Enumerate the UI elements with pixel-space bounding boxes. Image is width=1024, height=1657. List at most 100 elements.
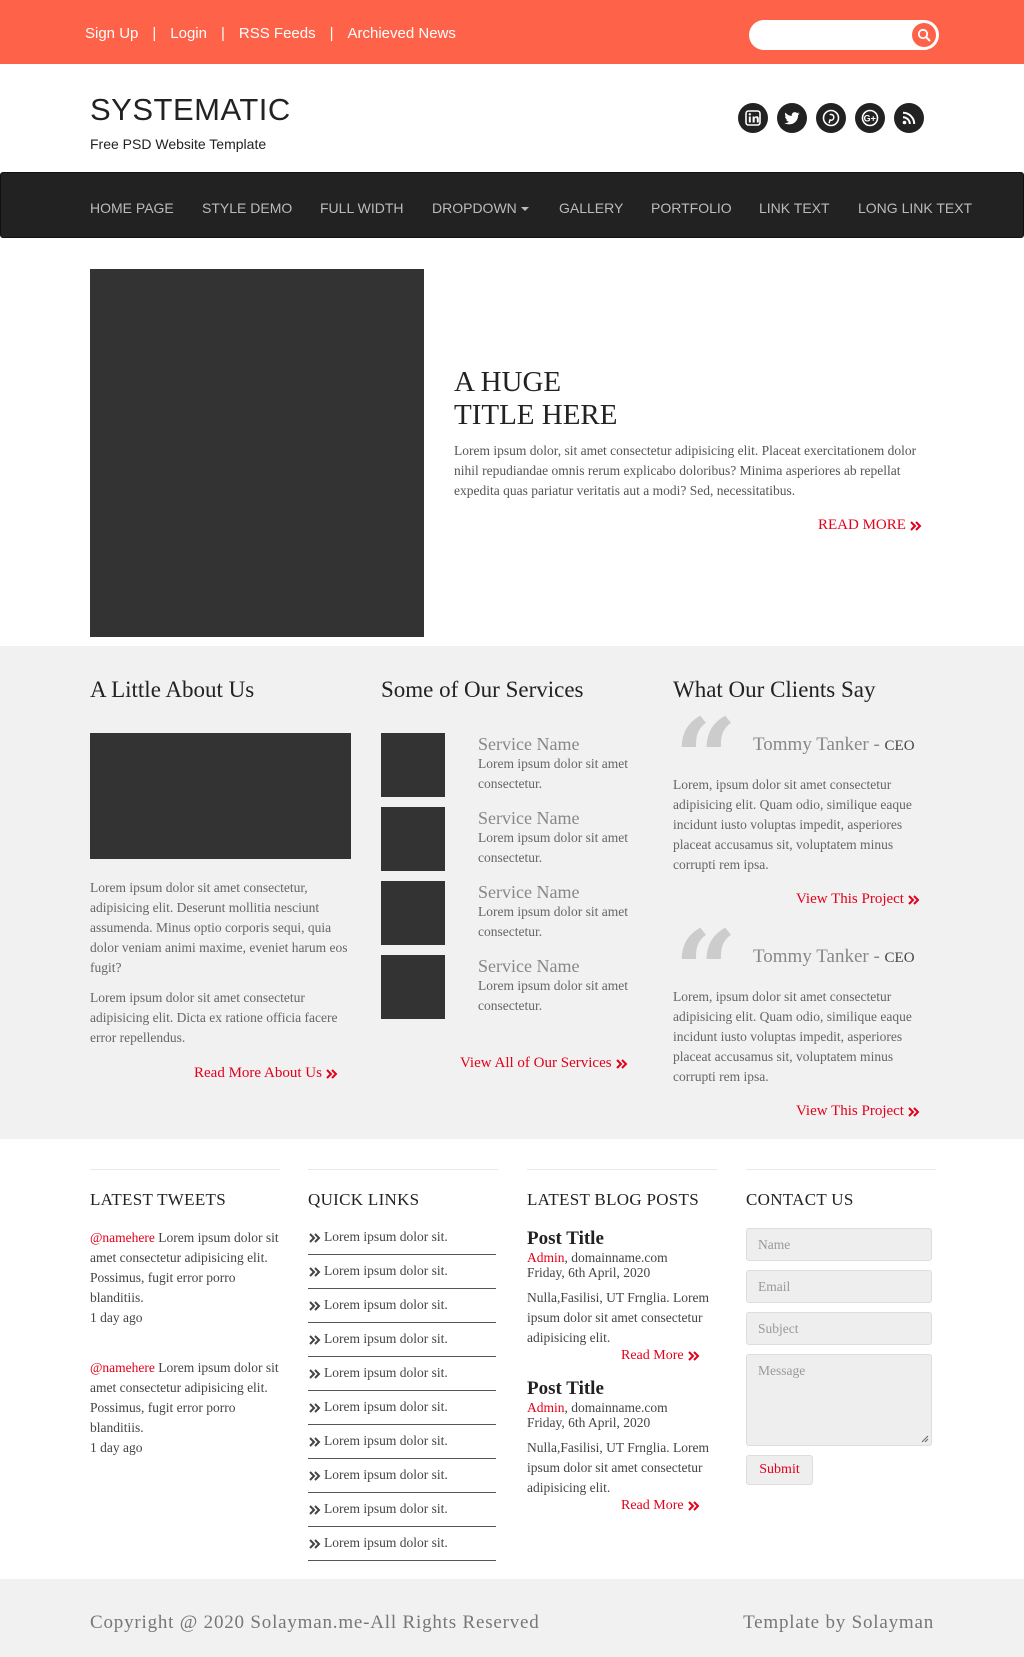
rss-feeds-link[interactable]: RSS Feeds [239,25,316,42]
linkedin-icon[interactable] [738,103,768,133]
search-button[interactable] [912,23,936,47]
quick-link-label: Lorem ipsum dolor sit. [324,1535,448,1550]
view-project-link[interactable]: View This Project [796,891,920,908]
hero-title: A HUGE TITLE HERE [454,366,617,432]
nav-dropdown[interactable]: DROPDOWN [432,200,529,216]
service-description: Lorem ipsum dolor sit amet consectetur. [478,830,628,865]
post-excerpt: Nulla,Fasilisi, UT Frnglia. Lorem ipsum … [527,1440,709,1495]
post-author-link[interactable]: Admin [527,1400,565,1415]
divider [746,1169,936,1170]
client-role: CEO [884,738,915,754]
quick-link-item[interactable]: Lorem ipsum dolor sit. [308,1220,496,1255]
quick-link-item[interactable]: Lorem ipsum dolor sit. [308,1322,496,1357]
quick-link-item[interactable]: Lorem ipsum dolor sit. [308,1288,496,1323]
contact-title: CONTACT US [746,1190,854,1209]
service-description: Lorem ipsum dolor sit amet consectetur. [478,904,628,939]
nav-full-width[interactable]: FULL WIDTH [320,200,403,216]
service-image-placeholder [381,955,445,1019]
client-name: Tommy Tanker - CEO [753,734,915,756]
site-logo-text[interactable]: SYSTEMATIC [90,92,291,128]
nav-dropdown-label: DROPDOWN [432,200,517,216]
separator: | [220,25,225,42]
top-links: Sign Up | Login | RSS Feeds | Archieved News [85,25,456,42]
post-title-link[interactable]: Post Title [527,1378,604,1400]
submit-button[interactable]: Submit [746,1455,813,1485]
post-domain: , domainname.com [564,1400,668,1415]
post-date: Friday, 6th April, 2020 [527,1415,651,1430]
read-more-about-label: Read More About Us [194,1065,322,1081]
client-name-text: Tommy Tanker - [753,734,885,755]
view-project-label: View This Project [796,1103,904,1119]
caret-down-icon [520,207,529,212]
quick-link-item[interactable]: Lorem ipsum dolor sit. [308,1390,496,1425]
tweet-handle-link[interactable]: @namehere [90,1230,155,1245]
email-field[interactable]: Email [746,1270,932,1303]
post-excerpt: Nulla,Fasilisi, UT Frnglia. Lorem ipsum … [527,1290,709,1345]
pinterest-icon[interactable] [816,103,846,133]
tweet-time: 1 day ago [90,1310,143,1325]
post-date: Friday, 6th April, 2020 [527,1265,651,1280]
rss-icon[interactable] [894,103,924,133]
archieved-news-link[interactable]: Archieved News [348,25,456,42]
quick-link-item[interactable]: Lorem ipsum dolor sit. [308,1492,496,1527]
post-title-link[interactable]: Post Title [527,1228,604,1250]
name-field[interactable]: Name [746,1228,932,1261]
top-bar: Sign Up | Login | RSS Feeds | Archieved News [0,0,1024,64]
nav-link-text[interactable]: LINK TEXT [759,200,830,216]
login-link[interactable]: Login [170,25,207,42]
double-chevron-right-icon [309,1267,321,1277]
quick-link-item[interactable]: Lorem ipsum dolor sit. [308,1458,496,1493]
read-more-label: READ MORE [818,517,906,533]
quick-link-label: Lorem ipsum dolor sit. [324,1229,448,1244]
quick-link-item[interactable]: Lorem ipsum dolor sit. [308,1424,496,1459]
view-all-services-label: View All of Our Services [460,1055,612,1071]
service-name: Service Name [478,956,580,976]
testimonial-text: Lorem, ipsum dolor sit amet consectetur … [673,777,912,872]
quick-link-item[interactable]: Lorem ipsum dolor sit. [308,1356,496,1391]
subject-field[interactable]: Subject [746,1312,932,1345]
tweet-handle-link[interactable]: @namehere [90,1360,155,1375]
nav-style-demo[interactable]: STYLE DEMO [202,200,292,216]
double-chevron-right-icon [309,1471,321,1481]
quick-link-item[interactable]: Lorem ipsum dolor sit. [308,1526,496,1561]
view-project-label: View This Project [796,891,904,907]
nav-home-page[interactable]: HOME PAGE [90,200,174,216]
quick-link-label: Lorem ipsum dolor sit. [324,1501,448,1516]
post-read-more-link[interactable]: Read More [621,1498,700,1514]
about-paragraph: Lorem ipsum dolor sit amet consectetur a… [90,990,338,1045]
services-title: Some of Our Services [381,677,584,702]
quick-link-label: Lorem ipsum dolor sit. [324,1263,448,1278]
template-credit: Template by Solayman [743,1612,934,1633]
nav-gallery[interactable]: GALLERY [559,200,623,216]
about-paragraph: Lorem ipsum dolor sit amet consectetur, … [90,880,348,975]
resize-handle-icon[interactable] [920,1434,929,1443]
nav-long-link-text[interactable]: LONG LINK TEXT [858,200,972,216]
message-field[interactable]: Message [746,1354,932,1446]
view-all-services-link[interactable]: View All of Our Services [460,1055,628,1072]
client-role: CEO [884,950,915,966]
double-chevron-right-icon [309,1301,321,1311]
tweet-time: 1 day ago [90,1440,143,1455]
divider [527,1169,717,1170]
service-image-placeholder [381,807,445,871]
nav-portfolio[interactable]: PORTFOLIO [651,200,732,216]
read-more-about-link[interactable]: Read More About Us [194,1065,338,1082]
view-project-link[interactable]: View This Project [796,1103,920,1120]
hero-title-line2: TITLE HERE [454,399,618,431]
search-input[interactable] [749,20,939,50]
twitter-icon[interactable] [777,103,807,133]
quick-link-item[interactable]: Lorem ipsum dolor sit. [308,1254,496,1289]
sign-up-link[interactable]: Sign Up [85,25,138,42]
google-plus-icon[interactable]: G+ [855,103,885,133]
post-read-more-link[interactable]: Read More [621,1348,700,1364]
separator: | [152,25,157,42]
double-chevron-right-icon [687,1501,700,1511]
double-chevron-right-icon [615,1058,627,1069]
hero-image-placeholder [90,269,424,637]
double-chevron-right-icon [326,1068,338,1079]
site-tagline: Free PSD Website Template [90,136,267,152]
post-meta: Admin, domainname.com [527,1400,668,1415]
hero-read-more-link[interactable]: READ MORE [818,517,922,534]
post-author-link[interactable]: Admin [527,1250,565,1265]
quick-link-label: Lorem ipsum dolor sit. [324,1399,448,1414]
